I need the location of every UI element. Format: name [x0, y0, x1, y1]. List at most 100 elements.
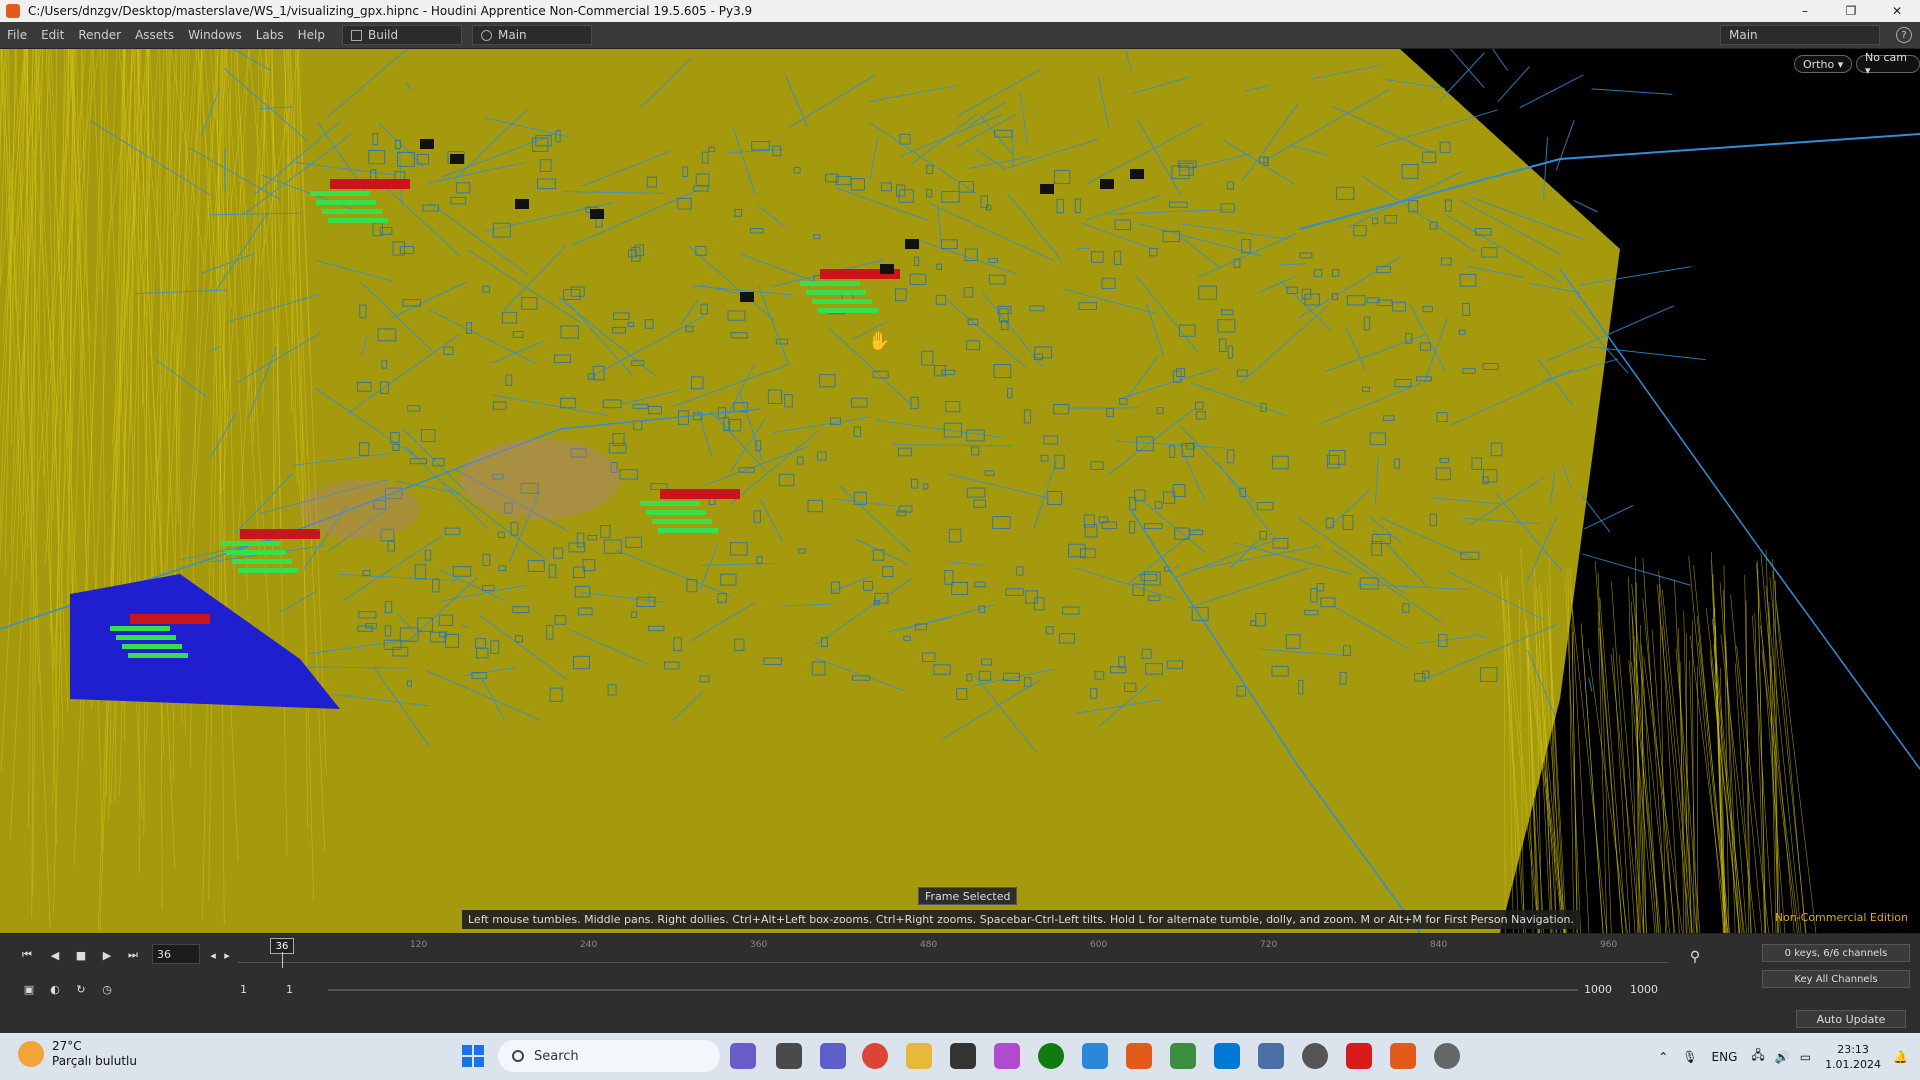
key-icon[interactable]: ⚲	[1686, 948, 1704, 966]
menu-assets[interactable]: Assets	[128, 28, 181, 42]
realtime-icon[interactable]: ◐	[46, 980, 64, 998]
help-icon[interactable]: ?	[1896, 27, 1912, 43]
jump-end-icon[interactable]: ⏭	[124, 946, 142, 964]
gpx-label-text	[800, 281, 860, 286]
edition-label: Non-Commercial Edition	[1774, 911, 1908, 924]
vscode-icon[interactable]	[1214, 1043, 1240, 1069]
menu-help[interactable]: Help	[291, 28, 332, 42]
stop-icon[interactable]: ■	[72, 946, 90, 964]
street-line	[1555, 120, 1575, 171]
current-frame-field[interactable]: 36	[152, 944, 200, 964]
range-slider[interactable]	[328, 989, 1578, 991]
volume-icon[interactable]: 🔊	[1775, 1050, 1790, 1064]
range-end-field[interactable]: 1000	[1584, 983, 1612, 996]
play-icon[interactable]: ▶	[98, 946, 116, 964]
streak-line	[1772, 570, 1779, 933]
taskbar-clock[interactable]: 23:13 1.01.2024	[1825, 1042, 1881, 1072]
build-desktop-icon	[351, 29, 362, 41]
notepad-icon[interactable]	[1082, 1043, 1108, 1069]
desktop-main-selector[interactable]: Main	[472, 25, 592, 45]
acrobat-icon[interactable]	[1346, 1043, 1372, 1069]
hand-cursor-icon: ✋	[868, 331, 891, 352]
instagram-icon[interactable]	[994, 1043, 1020, 1069]
weather-icon	[18, 1041, 44, 1067]
tick-label: 240	[580, 940, 598, 950]
chrome-icon[interactable]	[862, 1043, 888, 1069]
navigation-hint: Left mouse tumbles. Middle pans. Right d…	[462, 910, 1580, 929]
taskview-icon[interactable]	[776, 1043, 802, 1069]
menu-labs[interactable]: Labs	[249, 28, 291, 42]
close-button[interactable]: ✕	[1874, 0, 1920, 22]
auto-update-button[interactable]: Auto Update	[1796, 1010, 1906, 1028]
range-end-field-2[interactable]: 1000	[1630, 983, 1658, 996]
chevron-up-icon[interactable]: ⌃	[1658, 1050, 1668, 1064]
rhino-icon[interactable]	[950, 1043, 976, 1069]
range-start-field[interactable]: 1	[240, 983, 247, 996]
streak-line	[1662, 589, 1698, 933]
main-desktop-icon	[481, 29, 492, 41]
right-desktop-selector[interactable]: Main	[1720, 25, 1880, 45]
monitor-icon[interactable]	[1258, 1043, 1284, 1069]
window-titlebar: C:/Users/dnzgv/Desktop/masterslave/WS_1/…	[0, 0, 1920, 22]
battery-icon[interactable]: ▭	[1800, 1050, 1811, 1064]
taskbar-search[interactable]: Search	[498, 1040, 720, 1072]
range-row: ▣ ◐ ↻ ◷ 1 1 1000 1000	[0, 978, 1920, 1002]
street-line	[1588, 677, 1593, 692]
next-key-icon[interactable]: ▸	[218, 946, 236, 964]
street-line	[1077, 247, 1091, 250]
windows-start-icon[interactable]	[462, 1045, 484, 1067]
playbar: ⏮ ◀ ■ ▶ ⏭ 36 ◂ ▸ 120 240 360 480 600 720…	[0, 933, 1920, 1005]
jump-start-icon[interactable]: ⏮	[18, 946, 36, 964]
notification-bell-icon[interactable]: 🔔	[1893, 1050, 1908, 1064]
gpx-label-text	[652, 519, 712, 524]
settings-icon[interactable]	[1302, 1043, 1328, 1069]
menu-windows[interactable]: Windows	[181, 28, 249, 42]
scene-viewport[interactable]: Ortho ▾ No cam ▾ ✋ Frame Selected Left m…	[0, 49, 1920, 933]
chat-icon[interactable]	[820, 1043, 846, 1069]
search-icon	[512, 1050, 524, 1062]
ortho-menu-button[interactable]: Ortho ▾	[1794, 55, 1853, 73]
minimize-button[interactable]: –	[1782, 0, 1828, 22]
language-indicator[interactable]: ENG	[1712, 1050, 1738, 1064]
range-start-field-2[interactable]: 1	[286, 983, 293, 996]
desktop-build-selector[interactable]: Build	[342, 25, 462, 45]
xbox-icon[interactable]	[1038, 1043, 1064, 1069]
audio-icon[interactable]: ▣	[20, 980, 38, 998]
clock-icon[interactable]: ◷	[98, 980, 116, 998]
path-marker	[905, 239, 919, 249]
app-icon[interactable]	[1434, 1043, 1460, 1069]
teams-icon[interactable]	[730, 1043, 756, 1069]
gpx-label-bar	[130, 614, 210, 624]
streak-line	[1765, 585, 1802, 933]
step-back-icon[interactable]: ◀	[46, 946, 64, 964]
weather-widget[interactable]: 27°C Parçalı bulutlu	[18, 1039, 137, 1069]
maximize-button[interactable]: ❐	[1828, 0, 1874, 22]
tick-label: 120	[410, 940, 428, 950]
git-icon[interactable]	[1170, 1043, 1196, 1069]
streak-line	[1599, 597, 1627, 933]
houdini-taskbar-icon[interactable]	[1390, 1043, 1416, 1069]
microphone-icon[interactable]: 🎙	[1682, 1050, 1697, 1064]
file-explorer-icon[interactable]	[906, 1043, 932, 1069]
tick-label: 840	[1430, 940, 1448, 950]
tick-label: 360	[750, 940, 768, 950]
keys-info[interactable]: 0 keys, 6/6 channels	[1762, 944, 1910, 962]
gpx-label-text	[110, 626, 170, 631]
path-marker	[1100, 179, 1114, 189]
weather-desc: Parçalı bulutlu	[52, 1054, 137, 1068]
menu-file[interactable]: File	[0, 28, 34, 42]
gpx-label-text	[128, 653, 188, 658]
streak-line	[1569, 586, 1608, 933]
menu-edit[interactable]: Edit	[34, 28, 71, 42]
streak-line	[1761, 651, 1798, 933]
camera-menu-button[interactable]: No cam ▾	[1856, 51, 1920, 77]
gpx-label-text	[122, 644, 182, 649]
menu-render[interactable]: Render	[71, 28, 128, 42]
houdini-launcher-icon[interactable]	[1126, 1043, 1152, 1069]
clock-time: 23:13	[1837, 1042, 1869, 1056]
path-marker	[515, 199, 529, 209]
timeline-ruler[interactable]: 120 240 360 480 600 720 840 960	[238, 938, 1668, 968]
network-icon[interactable]: 🖧	[1751, 1046, 1764, 1067]
loop-icon[interactable]: ↻	[72, 980, 90, 998]
window-title: C:/Users/dnzgv/Desktop/masterslave/WS_1/…	[28, 4, 753, 18]
